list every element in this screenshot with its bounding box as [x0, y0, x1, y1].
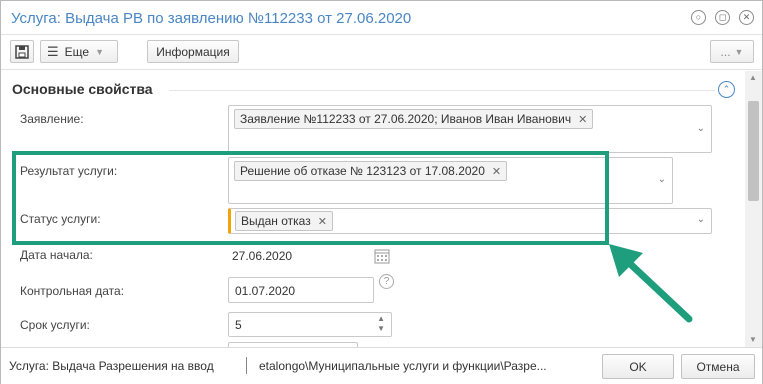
- chevron-down-icon[interactable]: ⌄: [697, 214, 705, 225]
- help-icon[interactable]: ?: [379, 274, 394, 289]
- pointer-arrow-icon: [609, 244, 693, 323]
- save-icon: [15, 44, 29, 59]
- more-actions-button[interactable]: ... ▼: [710, 40, 754, 63]
- dialog-window: Услуга: Выдача РВ по заявлению №112233 о…: [0, 0, 763, 384]
- close-icon[interactable]: ✕: [739, 10, 754, 25]
- term-label: Срок услуги:: [20, 318, 90, 332]
- stepper-arrows-icon[interactable]: ▲ ▼: [377, 314, 385, 334]
- control-date-value: 01.07.2020: [235, 284, 296, 298]
- section-divider: [169, 90, 715, 91]
- application-label: Заявление:: [20, 112, 84, 126]
- info-button[interactable]: Информация: [147, 40, 239, 63]
- start-date-field[interactable]: 27.06.2020: [228, 244, 374, 268]
- scroll-down-icon[interactable]: ▼: [749, 335, 757, 344]
- more-label: Еще: [64, 44, 90, 59]
- chevron-down-icon: ▼: [95, 46, 104, 57]
- menu-icon: ☰: [47, 43, 59, 59]
- save-button[interactable]: [10, 40, 34, 63]
- remove-icon[interactable]: ✕: [578, 113, 587, 126]
- service-status-text: Услуга: Выдача Разрешения на ввод: [9, 359, 214, 373]
- more-menu-button[interactable]: ☰ Еще ▼: [40, 40, 118, 63]
- application-tag: Заявление №112233 от 27.06.2020; Иванов …: [234, 109, 594, 129]
- term-stepper[interactable]: 5 ▲ ▼: [228, 312, 392, 337]
- status-bar: Услуга: Выдача Разрешения на ввод etalon…: [1, 347, 762, 384]
- window-title: Услуга: Выдача РВ по заявлению №112233 о…: [11, 10, 412, 27]
- chevron-down-icon: ▼: [734, 46, 744, 57]
- control-date-label: Контрольная дата:: [20, 284, 125, 298]
- maximize-icon[interactable]: ◻: [715, 10, 730, 25]
- cancel-button[interactable]: Отмена: [681, 354, 755, 379]
- ellipsis-label: ...: [720, 44, 731, 59]
- start-date-label: Дата начала:: [20, 248, 93, 262]
- application-field[interactable]: Заявление №112233 от 27.06.2020; Иванов …: [228, 105, 712, 153]
- ok-button[interactable]: OK: [602, 354, 674, 379]
- toolbar: ☰ Еще ▼ Информация ... ▼: [1, 36, 762, 70]
- section-title: Основные свойства: [12, 81, 153, 97]
- start-date-value: 27.06.2020: [232, 249, 293, 263]
- scroll-up-icon[interactable]: ▲: [749, 73, 757, 82]
- title-bar: Услуга: Выдача РВ по заявлению №112233 о…: [1, 1, 762, 35]
- chevron-down-icon[interactable]: ⌄: [658, 174, 666, 185]
- chevron-down-icon[interactable]: ⌄: [697, 123, 705, 134]
- highlight-frame: [12, 151, 609, 245]
- status-separator: [246, 357, 247, 374]
- path-status-text: etalongo\Муниципальные услуги и функции\…: [259, 359, 547, 373]
- restore-icon[interactable]: ○: [691, 10, 706, 25]
- control-date-field[interactable]: 01.07.2020: [228, 277, 374, 303]
- application-tag-text: Заявление №112233 от 27.06.2020; Иванов …: [240, 112, 572, 126]
- form-content: Основные свойства ⌃ Заявление: Заявление…: [1, 71, 745, 347]
- vertical-scrollbar[interactable]: ▲ ▼: [745, 71, 762, 347]
- scroll-thumb[interactable]: [748, 101, 759, 201]
- calendar-icon[interactable]: [374, 248, 390, 264]
- collapse-icon[interactable]: ⌃: [718, 81, 735, 98]
- term-value: 5: [235, 318, 242, 332]
